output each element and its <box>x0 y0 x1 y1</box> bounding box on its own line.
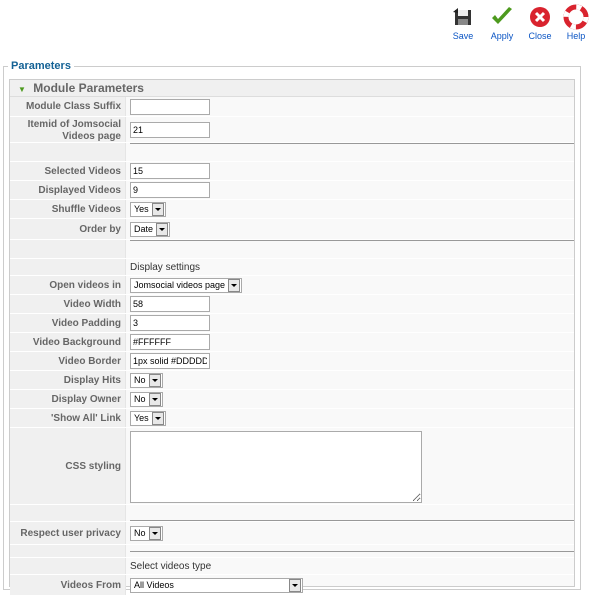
video-padding-input[interactable] <box>130 315 210 331</box>
save-button[interactable]: Save <box>441 4 485 41</box>
dropdown-arrow-icon <box>228 278 241 292</box>
row-select-videos-type: Select videos type <box>10 558 574 575</box>
row-display-hits: Display Hits No <box>10 371 574 390</box>
selected-videos-input[interactable] <box>130 163 210 179</box>
save-label: Save <box>452 31 474 41</box>
label-video-border: Video Border <box>10 352 126 370</box>
display-hits-select[interactable]: No <box>130 372 163 388</box>
dropdown-arrow-icon <box>151 202 164 216</box>
label-selected-videos: Selected Videos <box>10 162 126 180</box>
row-video-border: Video Border <box>10 352 574 371</box>
row-itemid: Itemid of Jomsocial Videos page <box>10 117 574 143</box>
respect-user-privacy-value: No <box>134 528 146 538</box>
dropdown-arrow-icon <box>148 526 161 540</box>
open-videos-in-select[interactable]: Jomsocial videos page <box>130 277 243 293</box>
label-open-videos-in: Open videos in <box>10 276 126 294</box>
row-videos-from: Videos From All Videos <box>10 575 574 596</box>
row-selected-videos: Selected Videos <box>10 162 574 181</box>
row-displayed-videos: Displayed Videos <box>10 181 574 200</box>
toolbar: Save Apply Close Help <box>0 0 596 44</box>
label-display-owner: Display Owner <box>10 390 126 408</box>
videos-from-select[interactable]: All Videos <box>130 577 303 593</box>
label-itemid: Itemid of Jomsocial Videos page <box>10 117 126 142</box>
itemid-input[interactable] <box>130 121 210 138</box>
row-separator-2 <box>10 240 574 259</box>
displayed-videos-input[interactable] <box>130 182 210 198</box>
display-settings-heading: Display settings <box>130 261 201 273</box>
dropdown-arrow-icon <box>156 222 169 236</box>
separator-line <box>130 143 574 144</box>
display-hits-value: No <box>134 375 146 385</box>
empty-label <box>10 259 126 275</box>
row-display-owner: Display Owner No <box>10 390 574 409</box>
empty-label <box>10 143 126 161</box>
dropdown-arrow-icon <box>151 411 164 425</box>
parameters-legend: Parameters <box>11 60 71 72</box>
video-background-input[interactable] <box>130 334 210 350</box>
empty-label <box>10 545 126 557</box>
shuffle-videos-value: Yes <box>134 204 149 214</box>
expand-triangle-icon: ▼ <box>18 85 26 94</box>
show-all-link-value: Yes <box>134 413 149 423</box>
label-display-hits: Display Hits <box>10 371 126 389</box>
label-module-class-suffix: Module Class Suffix <box>10 97 126 116</box>
row-shuffle-videos: Shuffle Videos Yes <box>10 200 574 219</box>
row-video-padding: Video Padding <box>10 314 574 333</box>
help-label: Help <box>566 31 586 41</box>
open-videos-in-value: Jomsocial videos page <box>134 280 226 290</box>
label-displayed-videos: Displayed Videos <box>10 181 126 199</box>
close-icon <box>530 7 550 27</box>
row-css-styling: CSS styling <box>10 428 574 505</box>
row-respect-user-privacy: Respect user privacy No <box>10 522 574 545</box>
dropdown-arrow-icon <box>148 392 161 406</box>
row-module-class-suffix: Module Class Suffix <box>10 97 574 117</box>
row-video-width: Video Width <box>10 295 574 314</box>
row-open-videos-in: Open videos in Jomsocial videos page <box>10 276 574 295</box>
label-respect-user-privacy: Respect user privacy <box>10 522 126 544</box>
label-show-all-link: 'Show All' Link <box>10 409 126 427</box>
apply-icon <box>492 7 512 24</box>
label-video-background: Video Background <box>10 333 126 351</box>
save-icon <box>453 8 471 25</box>
separator-line <box>130 550 574 552</box>
label-videos-from: Videos From <box>10 575 126 595</box>
order-by-select[interactable]: Date <box>130 221 171 237</box>
display-owner-select[interactable]: No <box>130 391 163 407</box>
empty-label <box>10 240 126 258</box>
row-order-by: Order by Date <box>10 219 574 240</box>
module-parameters-panel: ▼ Module Parameters Module Class Suffix … <box>9 79 575 596</box>
panel-header[interactable]: ▼ Module Parameters <box>10 80 574 97</box>
separator-line <box>130 240 574 241</box>
row-separator-1 <box>10 143 574 162</box>
video-width-input[interactable] <box>130 296 210 312</box>
row-display-settings: Display settings <box>10 259 574 276</box>
row-video-background: Video Background <box>10 333 574 352</box>
select-videos-type-heading: Select videos type <box>130 560 212 572</box>
row-separator-3 <box>10 505 574 522</box>
shuffle-videos-select[interactable]: Yes <box>130 201 166 217</box>
panel-title: Module Parameters <box>33 81 144 95</box>
video-border-input[interactable] <box>130 353 210 369</box>
row-show-all-link: 'Show All' Link Yes <box>10 409 574 428</box>
videos-from-value: All Videos <box>134 580 174 590</box>
css-styling-textarea[interactable] <box>130 431 422 503</box>
order-by-value: Date <box>134 224 154 234</box>
dropdown-arrow-icon <box>148 373 161 387</box>
dropdown-arrow-icon <box>289 578 301 592</box>
help-button[interactable]: Help <box>556 4 596 41</box>
respect-user-privacy-select[interactable]: No <box>130 525 163 541</box>
label-video-width: Video Width <box>10 295 126 313</box>
label-css-styling: CSS styling <box>10 428 126 504</box>
module-class-suffix-input[interactable] <box>130 98 210 115</box>
help-icon <box>563 4 589 30</box>
label-video-padding: Video Padding <box>10 314 126 332</box>
empty-label <box>10 505 126 521</box>
label-shuffle-videos: Shuffle Videos <box>10 200 126 218</box>
row-separator-4 <box>10 545 574 558</box>
show-all-link-select[interactable]: Yes <box>130 410 166 426</box>
empty-label <box>10 558 126 574</box>
display-owner-value: No <box>134 394 146 404</box>
label-order-by: Order by <box>10 219 126 239</box>
separator-line <box>130 520 574 521</box>
